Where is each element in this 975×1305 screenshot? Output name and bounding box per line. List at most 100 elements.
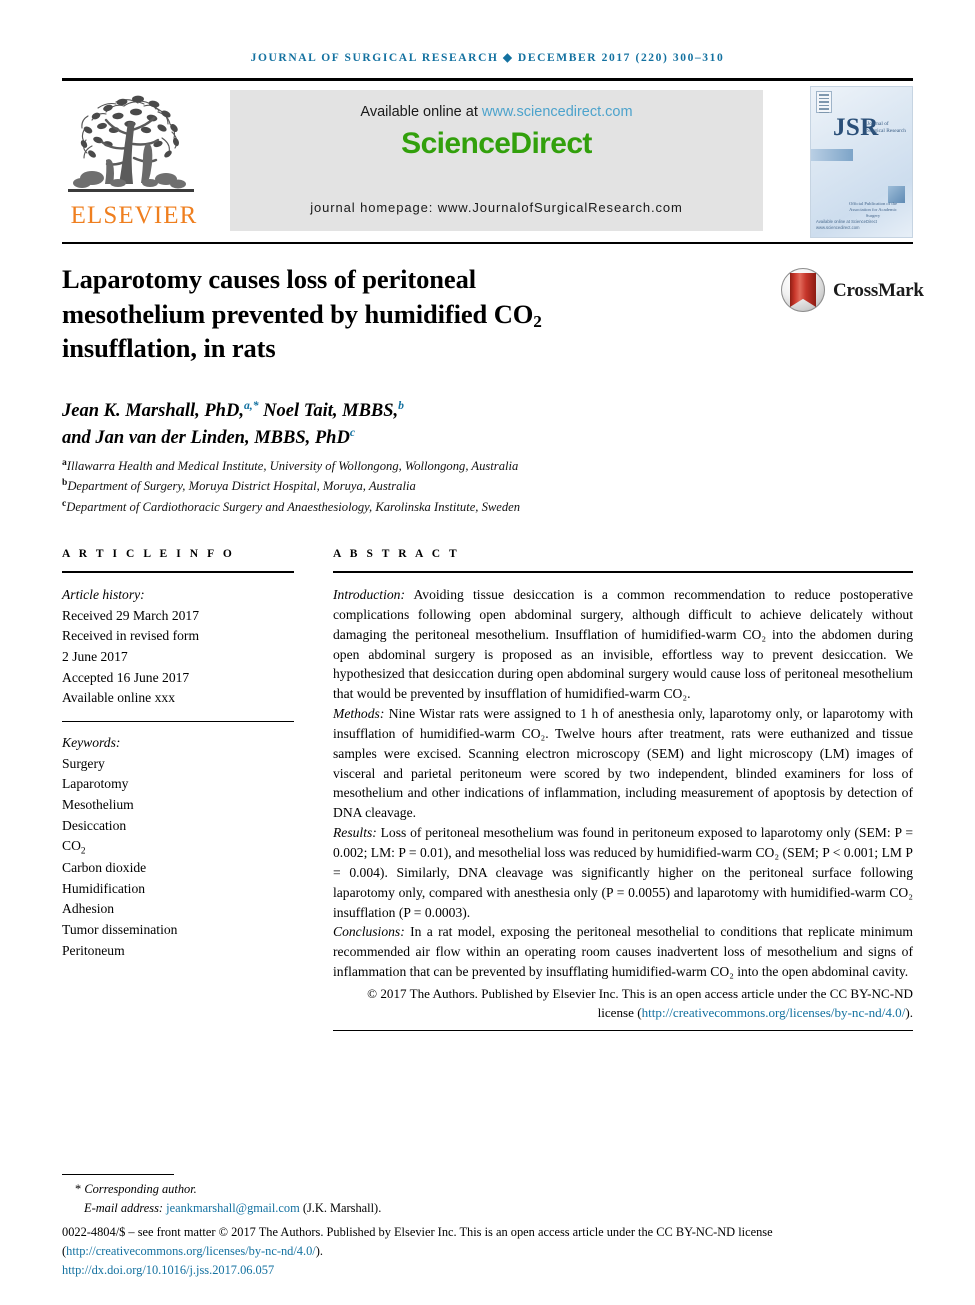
keyword-item[interactable]: Desiccation <box>62 816 294 837</box>
affiliation-item: cDepartment of Cardiothoracic Surgery an… <box>62 497 822 517</box>
journal-article-page: Journal of Surgical Research ◆ December … <box>0 0 975 1305</box>
abstract-heading: A B S T R A C T <box>333 548 460 560</box>
issn-tail: ). <box>315 1243 323 1258</box>
available-online-text: Available online at www.sciencedirect.co… <box>230 104 763 120</box>
author-3-name[interactable]: and Jan van der Linden, MBBS, PhD <box>62 428 350 448</box>
copyright-tail: ). <box>905 1004 913 1020</box>
keyword-item[interactable]: Adhesion <box>62 899 294 920</box>
title-line-2: mesothelium prevented by humidified CO <box>62 298 534 329</box>
keyword-item[interactable]: Laparotomy <box>62 774 294 795</box>
masthead-bottom-rule <box>62 242 913 244</box>
crossmark-badge[interactable]: CrossMark <box>781 268 924 314</box>
article-history-list: Article history: Received 29 March 2017 … <box>62 585 294 709</box>
abstract-copyright: © 2017 The Authors. Published by Elsevie… <box>333 984 913 1022</box>
author-3-affil-marker: c <box>349 425 356 439</box>
abstract-section-methods: Methods: Nine Wistar rats were assigned … <box>333 704 913 823</box>
title-line-1: Laparotomy causes loss of peritoneal <box>62 264 477 294</box>
affiliation-list: aIllawarra Health and Medical Institute,… <box>62 456 822 517</box>
keyword-item-co2[interactable]: CO2 <box>62 836 294 858</box>
cover-association-line1: Official Publication of the <box>848 201 897 206</box>
masthead: ELSEVIER Available online at www.science… <box>62 86 913 238</box>
footnote-block: * Corresponding author. E-mail address: … <box>62 1180 922 1279</box>
sciencedirect-wordmark: ScienceDirect <box>401 127 592 160</box>
keyword-item[interactable]: Carbon dioxide <box>62 858 294 879</box>
sciencedirect-banner: Available online at www.sciencedirect.co… <box>230 90 763 231</box>
title-block: Laparotomy causes loss of peritoneal mes… <box>62 262 702 366</box>
elsevier-tree-icon <box>62 86 200 204</box>
abstract-rule <box>333 571 913 573</box>
author-line-1: Jean K. Marshall, PhD,a,* Noel Tait, MBB… <box>62 398 762 425</box>
article-history-label: Article history: <box>62 587 145 602</box>
article-info-heading: A R T I C L E I N F O <box>62 548 235 560</box>
cover-association-text: Official Publication of the Association … <box>845 201 901 219</box>
doi-line: http://dx.doi.org/10.1016/j.jss.2017.06.… <box>62 1261 922 1279</box>
author-1-name[interactable]: Jean K. Marshall, PhD, <box>62 401 244 421</box>
abstract-label-results: Results: <box>333 825 377 841</box>
keyword-item[interactable]: Surgery <box>62 754 294 775</box>
abstract-bottom-rule <box>333 1030 913 1032</box>
journal-homepage-text[interactable]: journal homepage: www.JournalofSurgicalR… <box>230 200 763 215</box>
top-rule <box>62 78 913 81</box>
email-attribution: (J.K. Marshall). <box>302 1200 382 1215</box>
email-link[interactable]: jeankmarshall@gmail.com <box>166 1201 300 1215</box>
abstract-section-introduction: Introduction: Avoiding tissue desiccatio… <box>333 585 913 704</box>
author-list: Jean K. Marshall, PhD,a,* Noel Tait, MBB… <box>62 398 762 452</box>
history-item: Accepted 16 June 2017 <box>62 669 190 685</box>
abstract-text-methods: Nine Wistar rats were assigned to 1 h of… <box>333 706 913 821</box>
cover-corner-mark-icon <box>816 91 832 113</box>
author-2-affil-marker: b <box>398 399 404 412</box>
elsevier-wordmark: ELSEVIER <box>70 202 198 229</box>
keywords-list: Keywords: Surgery Laparotomy Mesothelium… <box>62 733 294 961</box>
abstract-column: A B S T R A C T Introduction: Avoiding t… <box>333 548 913 1032</box>
running-head: Journal of Surgical Research ◆ December … <box>250 52 725 64</box>
crossmark-label: CrossMark <box>833 280 924 301</box>
doi-link[interactable]: http://dx.doi.org/10.1016/j.jss.2017.06.… <box>62 1263 274 1277</box>
history-item: Received 29 March 2017 <box>62 607 200 623</box>
history-item: Available online xxx <box>62 690 175 706</box>
crossmark-bookmark-shape <box>790 273 816 307</box>
cover-footer-line1: Available online at ScienceDirect <box>816 219 877 225</box>
keyword-item[interactable]: Mesothelium <box>62 795 294 816</box>
abstract-section-conclusions: Conclusions: In a rat model, exposing th… <box>333 922 913 982</box>
abstract-text-conclusions: In a rat model, exposing the peritoneal … <box>333 924 913 980</box>
email-label: E-mail address: <box>84 1200 164 1215</box>
cover-association-line2: Association for Academic Surgery <box>849 206 897 218</box>
cover-subtitle-line1: Journal of <box>867 121 889 127</box>
page-title: Laparotomy causes loss of peritoneal mes… <box>62 262 702 366</box>
title-line-3: insufflation, in rats <box>62 333 276 364</box>
history-item: Received in revised form <box>62 628 200 644</box>
keywords-divider <box>62 720 294 722</box>
title-co2-subscript: 2 <box>533 311 542 331</box>
creative-commons-license-link[interactable]: http://creativecommons.org/licenses/by-n… <box>642 1005 906 1020</box>
journal-cover-thumbnail: JSR Journal of Surgical Research Officia… <box>810 86 913 238</box>
issn-license-link[interactable]: http://creativecommons.org/licenses/by-n… <box>66 1244 316 1258</box>
abstract-text-results: Loss of peritoneal mesothelium was found… <box>333 825 913 920</box>
keyword-item[interactable]: Tumor dissemination <box>62 920 294 941</box>
cover-footer-text: Available online at ScienceDirect www.sc… <box>816 219 877 231</box>
affiliation-item: aIllawarra Health and Medical Institute,… <box>62 456 822 476</box>
corresponding-author-note: * Corresponding author. <box>62 1180 922 1199</box>
author-1-affil-marker: a,* <box>243 399 259 412</box>
corresponding-author-marker: * <box>75 1182 82 1196</box>
history-item: 2 June 2017 <box>62 648 128 664</box>
affiliation-item: bDepartment of Surgery, Moruya District … <box>62 476 822 496</box>
corresponding-author-label: Corresponding author. <box>84 1182 197 1196</box>
abstract-label-conclusions: Conclusions: <box>333 924 405 940</box>
affiliation-text: Department of Cardiothoracic Surgery and… <box>66 499 521 514</box>
affiliation-text: Department of Surgery, Moruya District H… <box>67 479 416 494</box>
affiliation-text: Illawarra Health and Medical Institute, … <box>66 459 519 474</box>
email-note: E-mail address: jeankmarshall@gmail.com … <box>62 1199 922 1218</box>
available-online-label: Available online at <box>360 104 482 120</box>
keyword-item[interactable]: Humidification <box>62 879 294 900</box>
keyword-item[interactable]: Peritoneum <box>62 941 294 962</box>
article-info-column: A R T I C L E I N F O Article history: R… <box>62 548 294 961</box>
author-2-name[interactable]: Noel Tait, MBBS, <box>259 401 398 421</box>
sciencedirect-url-link[interactable]: www.sciencedirect.com <box>482 104 633 120</box>
keywords-label: Keywords: <box>62 734 121 750</box>
footnote-rule <box>62 1174 174 1175</box>
article-info-rule <box>62 571 294 573</box>
abstract-label-introduction: Introduction: <box>333 587 405 602</box>
elsevier-logo: ELSEVIER <box>62 86 210 238</box>
abstract-label-methods: Methods: <box>333 706 385 722</box>
cover-footer-line2: www.sciencedirect.com <box>816 225 860 231</box>
